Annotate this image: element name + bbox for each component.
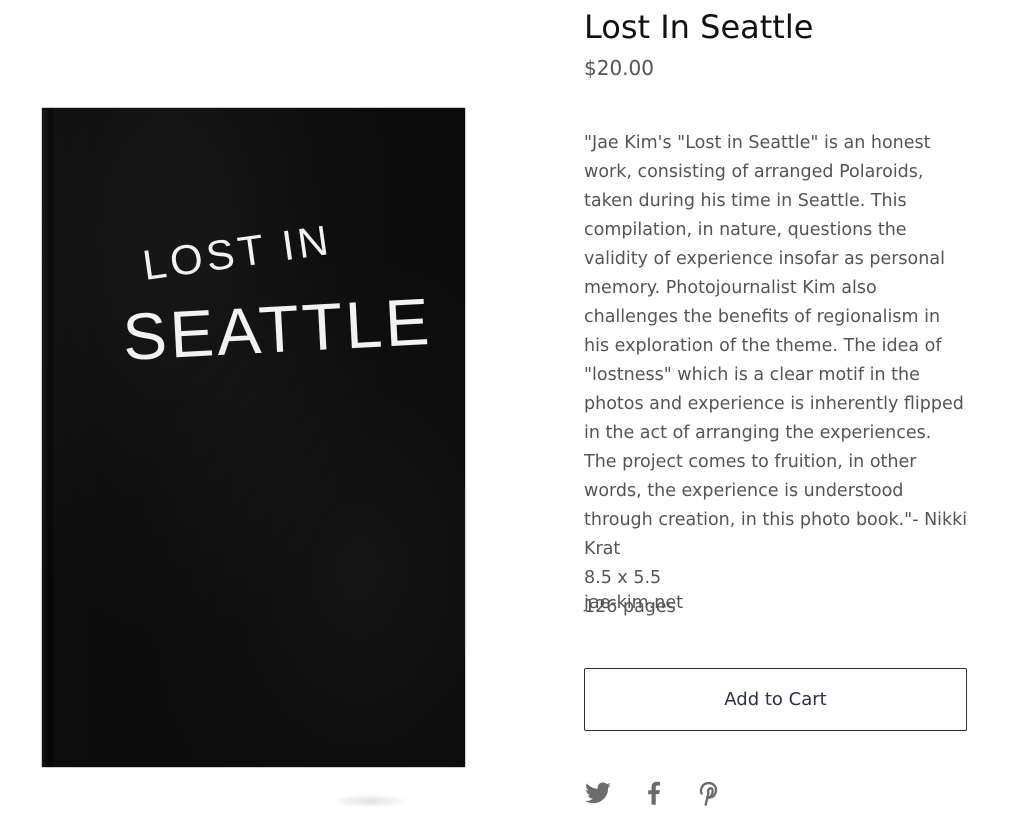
cover-artwork: LOST IN SEATTLE: [121, 216, 434, 374]
cover-title-line2: SEATTLE: [121, 284, 434, 374]
website-link[interactable]: jae-kim.net: [584, 589, 683, 618]
image-shadow: [330, 794, 410, 808]
description-text: "Jae Kim's "Lost in Seattle" is an hones…: [584, 133, 968, 559]
facebook-icon[interactable]: [640, 778, 668, 808]
product-price: $20.00: [584, 56, 654, 80]
pinterest-icon[interactable]: [694, 778, 722, 808]
twitter-icon[interactable]: [584, 778, 612, 808]
add-to-cart-button[interactable]: Add to Cart: [584, 668, 967, 731]
cover-title-line1: LOST IN: [140, 216, 335, 289]
product-description: "Jae Kim's "Lost in Seattle" is an hones…: [584, 129, 968, 622]
product-image[interactable]: LOST IN SEATTLE: [42, 108, 465, 767]
product-title: Lost In Seattle: [584, 8, 814, 46]
